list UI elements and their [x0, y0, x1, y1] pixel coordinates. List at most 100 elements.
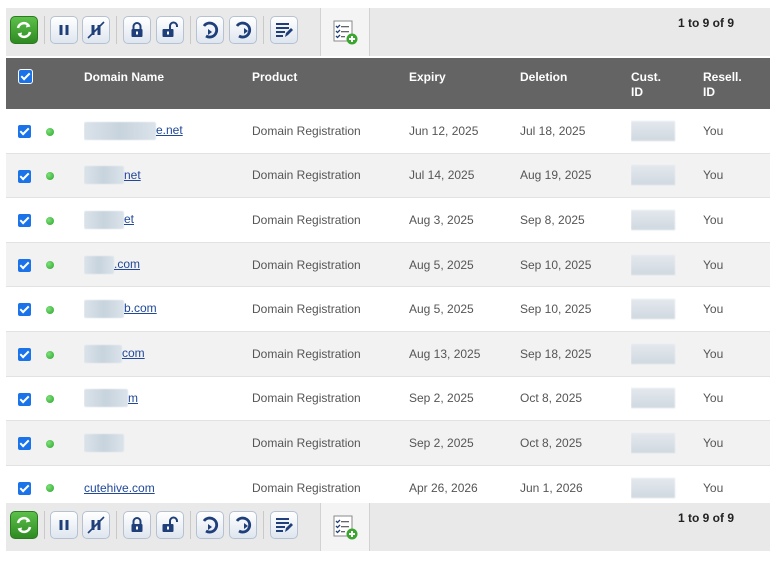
row-checkbox[interactable]	[18, 303, 31, 317]
unsuspend-button[interactable]	[229, 511, 257, 539]
suspend-icon	[202, 21, 219, 39]
redacted-customer-id	[631, 388, 675, 409]
active-status-icon	[46, 395, 54, 404]
redacted-customer-id	[631, 120, 675, 141]
redacted-customer-id	[631, 209, 675, 230]
pager-text: 1 to 9 of 9	[678, 511, 735, 525]
refresh-icon	[16, 21, 32, 39]
redacted-text	[84, 389, 128, 408]
domain-cell: b.com	[84, 286, 252, 332]
edit-button[interactable]	[270, 511, 298, 539]
table-row[interactable]: Domain Registration Sep 2, 2025 Oct 8, 202…	[6, 420, 770, 466]
deletion-cell: Oct 8, 2025	[520, 376, 631, 422]
row-checkbox[interactable]	[18, 392, 31, 406]
toolbar-separator	[190, 511, 191, 539]
domain-link[interactable]: cutehive.com	[84, 481, 155, 495]
suspend-button[interactable]	[196, 511, 224, 539]
add-list-button[interactable]	[320, 8, 370, 56]
deletion-cell: Oct 8, 2025	[520, 420, 631, 466]
redacted-customer-id	[631, 343, 675, 364]
unsuspend-button[interactable]	[229, 16, 257, 44]
pause-button[interactable]	[50, 511, 78, 539]
domain-link[interactable]: m	[128, 391, 138, 405]
active-status-icon	[46, 216, 54, 225]
domain-name-header[interactable]: Domain Name	[84, 58, 252, 109]
redacted-text	[84, 166, 124, 185]
table-row[interactable]: e.net Domain Registration Jun 12, 2025 Jul …	[6, 109, 770, 154]
table-row[interactable]: b.com Domain Registration Aug 5, 2025 Sep 1…	[6, 286, 770, 332]
table-row[interactable]: com Domain Registration Aug 13, 2025 Sep 18…	[6, 331, 770, 377]
edit-button[interactable]	[270, 16, 298, 44]
expiry-cell: Sep 2, 2025	[409, 420, 520, 466]
product-cell: Domain Registration	[252, 420, 409, 466]
domain-link[interactable]: et	[124, 212, 134, 226]
select-all-checkbox[interactable]	[18, 69, 33, 85]
refresh-button[interactable]	[10, 16, 38, 44]
suspend-button[interactable]	[196, 16, 224, 44]
select-all-cell	[6, 58, 46, 109]
domain-link[interactable]: net	[124, 168, 141, 182]
table-row[interactable]: net Domain Registration Jul 14, 2025 Aug 19…	[6, 153, 770, 199]
pause-button[interactable]	[50, 16, 78, 44]
unlock-icon	[162, 516, 178, 532]
unsuspend-icon	[235, 21, 252, 39]
customer-id-cell	[631, 331, 703, 377]
row-checkbox[interactable]	[18, 169, 31, 183]
status-cell	[46, 242, 84, 288]
domain-link[interactable]: com	[122, 346, 145, 360]
customer-id-header[interactable]: Cust. ID	[631, 58, 703, 109]
add-checklist-icon	[333, 20, 358, 45]
unlock-button[interactable]	[156, 511, 184, 539]
product-cell: Domain Registration	[252, 197, 409, 243]
reseller-id-header[interactable]: Resell. ID	[703, 58, 770, 109]
table-row[interactable]: m Domain Registration Sep 2, 2025 Oct 8, 20…	[6, 376, 770, 422]
expiry-cell: Aug 13, 2025	[409, 331, 520, 377]
reseller-id-cell: You	[703, 376, 770, 422]
edit-list-icon	[276, 518, 293, 532]
expiry-cell: Aug 5, 2025	[409, 286, 520, 332]
expiry-header[interactable]: Expiry	[409, 58, 520, 109]
redacted-text	[84, 210, 124, 229]
toolbar-separator	[44, 511, 45, 539]
domain-link[interactable]: e.net	[156, 123, 183, 137]
add-list-button[interactable]	[320, 503, 370, 551]
toolbar-separator	[263, 16, 264, 44]
toolbar-separator	[116, 511, 117, 539]
active-status-icon	[46, 127, 54, 136]
product-cell: Domain Registration	[252, 331, 409, 377]
customer-id-cell	[631, 153, 703, 199]
bottom-toolbar: 1 to 9 of 9	[6, 503, 770, 551]
reseller-id-cell: You	[703, 420, 770, 466]
status-cell	[46, 109, 84, 154]
deletion-header[interactable]: Deletion	[520, 58, 631, 109]
row-checkbox[interactable]	[18, 437, 31, 451]
refresh-button[interactable]	[10, 511, 38, 539]
domain-link[interactable]: b.com	[124, 301, 157, 315]
unpause-button[interactable]	[82, 16, 110, 44]
lock-button[interactable]	[123, 16, 151, 44]
reseller-id-cell: You	[703, 109, 770, 154]
table-row[interactable]: et Domain Registration Aug 3, 2025 Sep 8, 2…	[6, 197, 770, 243]
active-status-icon	[46, 350, 54, 359]
select-cell	[6, 331, 46, 377]
active-status-icon	[46, 439, 54, 448]
row-checkbox[interactable]	[18, 214, 31, 228]
expiry-cell: Jul 14, 2025	[409, 153, 520, 199]
product-cell: Domain Registration	[252, 376, 409, 422]
row-checkbox[interactable]	[18, 347, 31, 361]
table-row[interactable]: .com Domain Registration Aug 5, 2025 Sep 10…	[6, 242, 770, 288]
row-checkbox[interactable]	[18, 258, 31, 272]
unpause-button[interactable]	[82, 511, 110, 539]
select-cell	[6, 420, 46, 466]
row-checkbox[interactable]	[18, 124, 31, 138]
row-checkbox[interactable]	[18, 481, 31, 495]
redacted-text	[84, 344, 122, 363]
reseller-id-cell: You	[703, 197, 770, 243]
product-header[interactable]: Product	[252, 58, 409, 109]
domain-link[interactable]: .com	[114, 257, 140, 271]
unlock-button[interactable]	[156, 16, 184, 44]
select-cell	[6, 376, 46, 422]
domain-cell: net	[84, 153, 252, 199]
lock-button[interactable]	[123, 511, 151, 539]
status-cell	[46, 376, 84, 422]
